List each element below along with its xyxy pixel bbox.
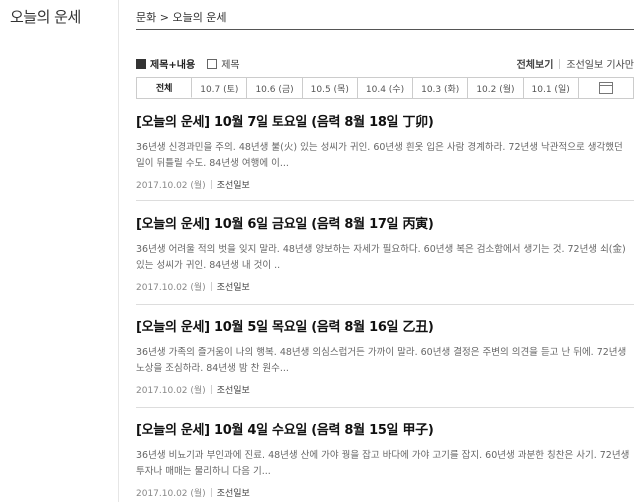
checkbox-checked-icon[interactable]: [136, 58, 146, 69]
option-title-content-label: 제목+내용: [150, 60, 196, 71]
chosun-only-link[interactable]: 조선일보 기사만: [566, 56, 634, 71]
meta-separator: [210, 385, 212, 394]
tab-10-1[interactable]: 10.1 (일): [524, 78, 579, 98]
article-title[interactable]: [오늘의 운세] 10월 7일 토요일 (음력 8월 18일 丁卯): [136, 111, 634, 130]
option-title-only-label: 제목: [221, 60, 240, 71]
vertical-divider: [118, 0, 119, 502]
article-date: 2017.10.02 (월): [136, 181, 206, 191]
tab-10-6[interactable]: 10.6 (금): [247, 78, 303, 98]
article-source: 조선일보: [216, 386, 250, 396]
view-all-link[interactable]: 전체보기: [517, 56, 554, 71]
option-title-content[interactable]: 제목+내용: [136, 56, 195, 71]
meta-separator: [210, 180, 212, 189]
article-divider: [136, 200, 634, 201]
section-title: 오늘의 운세: [10, 8, 81, 26]
article-summary[interactable]: 36년생 가족의 즐거움이 나의 행복. 48년생 의심스럽거든 가까이 말라.…: [136, 345, 634, 377]
search-scope-options: 제목+내용 제목: [136, 56, 252, 71]
checkbox-icon[interactable]: [207, 58, 218, 69]
article-title[interactable]: [오늘의 운세] 10월 5일 목요일 (음력 8월 16일 乙丑): [136, 316, 634, 335]
article-summary[interactable]: 36년생 어려울 적의 벗을 잊지 말라. 48년생 양보하는 자세가 필요하다…: [136, 242, 634, 274]
article-source: 조선일보: [216, 489, 250, 499]
article-summary[interactable]: 36년생 신경과민을 주의. 48년생 불(火) 있는 성씨가 귀인. 60년생…: [136, 140, 634, 172]
tab-10-3[interactable]: 10.3 (화): [413, 78, 469, 98]
breadcrumb[interactable]: 문화 > 오늘의 운세: [136, 9, 227, 25]
article-source: 조선일보: [216, 283, 250, 293]
option-title-only[interactable]: 제목: [207, 56, 240, 71]
article-date: 2017.10.02 (월): [136, 283, 206, 293]
article-date: 2017.10.02 (월): [136, 386, 206, 396]
link-separator: [559, 58, 561, 69]
article-summary[interactable]: 36년생 비뇨기과 부인과에 진료. 48년생 산에 가야 꿩을 잡고 바다에 …: [136, 448, 634, 480]
tab-10-7[interactable]: 10.7 (토): [192, 78, 248, 98]
tab-10-2[interactable]: 10.2 (월): [468, 78, 524, 98]
article-meta: 2017.10.02 (월) 조선일보: [136, 486, 634, 499]
article-meta: 2017.10.02 (월) 조선일보: [136, 280, 634, 293]
article-divider: [136, 304, 634, 305]
article-meta: 2017.10.02 (월) 조선일보: [136, 178, 634, 191]
breadcrumb-divider: [136, 29, 634, 30]
meta-separator: [210, 488, 212, 497]
tab-10-5[interactable]: 10.5 (목): [303, 78, 358, 98]
article-meta: 2017.10.02 (월) 조선일보: [136, 383, 634, 396]
tab-all[interactable]: 전체: [137, 78, 193, 98]
tab-10-4[interactable]: 10.4 (수): [358, 78, 414, 98]
meta-separator: [210, 282, 212, 291]
article-item: [오늘의 운세] 10월 6일 금요일 (음력 8월 17일 丙寅) 36년생 …: [136, 213, 634, 293]
article-item: [오늘의 운세] 10월 5일 목요일 (음력 8월 16일 乙丑) 36년생 …: [136, 316, 634, 396]
calendar-button[interactable]: [579, 78, 633, 98]
article-source: 조선일보: [216, 181, 250, 191]
article-title[interactable]: [오늘의 운세] 10월 4일 수요일 (음력 8월 15일 甲子): [136, 419, 634, 438]
calendar-icon: [598, 82, 613, 94]
article-item: [오늘의 운세] 10월 7일 토요일 (음력 8월 18일 丁卯) 36년생 …: [136, 111, 634, 191]
article-date: 2017.10.02 (월): [136, 489, 206, 499]
article-item: [오늘의 운세] 10월 4일 수요일 (음력 8월 15일 甲子) 36년생 …: [136, 419, 634, 499]
article-divider: [136, 407, 634, 408]
date-tabs: 전체 10.7 (토) 10.6 (금) 10.5 (목) 10.4 (수) 1…: [136, 77, 634, 99]
view-filter-links: 전체보기 조선일보 기사만: [517, 56, 634, 71]
article-title[interactable]: [오늘의 운세] 10월 6일 금요일 (음력 8월 17일 丙寅): [136, 213, 634, 232]
